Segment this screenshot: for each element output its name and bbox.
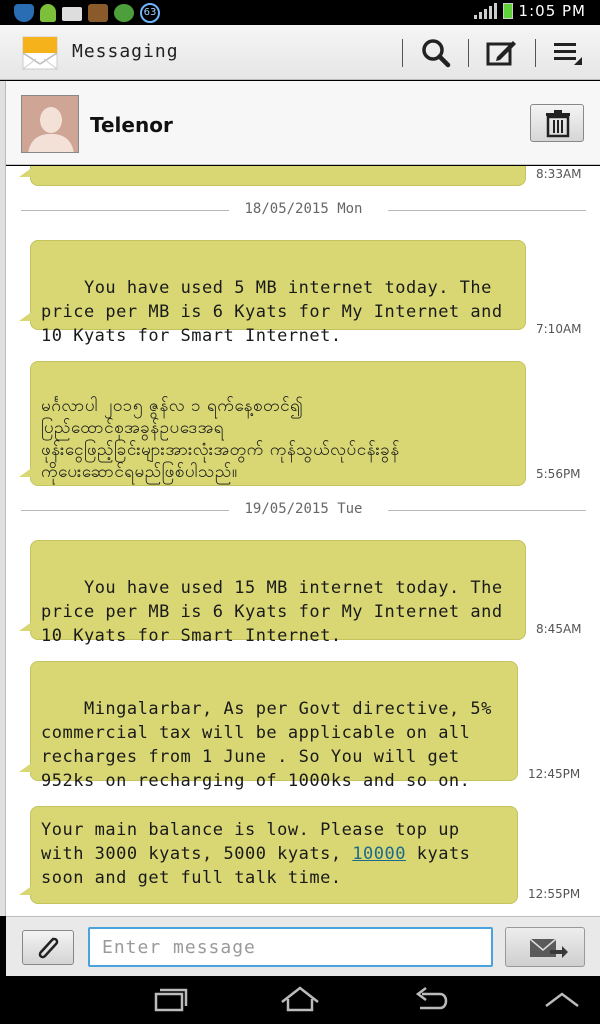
message-time: 12:55PM: [528, 887, 581, 901]
app-title: Messaging: [72, 41, 179, 62]
divider: [468, 39, 469, 67]
message-text: You have used 5 MB internet today. The p…: [41, 278, 503, 346]
menu-icon[interactable]: [552, 37, 584, 69]
divider: [535, 39, 536, 67]
message-text: မင်္ဂလာပါ ၂၀၁၅ ဇွန်လ ၁ ရက်နေ့စတင်၍ ပြည်ထ…: [41, 396, 400, 482]
back-icon[interactable]: [406, 984, 454, 1016]
status-bar: 63 1:05 PM: [0, 0, 600, 25]
home-icon[interactable]: [276, 984, 324, 1016]
recent-apps-icon[interactable]: [146, 984, 194, 1016]
divider: [402, 39, 403, 67]
number-link[interactable]: 10000: [352, 844, 406, 864]
message-bubble[interactable]: You have used 15 MB internet today. The …: [19, 540, 526, 646]
message-bubble[interactable]: မင်္ဂလာပါ ၂၀၁၅ ဇွန်လ ၁ ရက်နေ့စတင်၍ ပြည်ထ…: [19, 361, 526, 486]
signal-icon: [473, 3, 497, 19]
paperclip-icon: [38, 937, 59, 959]
clock: 1:05 PM: [518, 2, 586, 20]
message-text: Mingalarbar, As per Govt directive, 5% c…: [41, 699, 492, 791]
message-time: 8:33AM: [536, 167, 582, 181]
message-bubble[interactable]: Mingalarbar, As per Govt directive, 5% c…: [19, 661, 518, 791]
date-label: 19/05/2015 Tue: [244, 501, 363, 517]
delete-button[interactable]: [530, 104, 584, 142]
message-text: You have used 15 MB internet today. The …: [41, 578, 503, 646]
date-divider: 19/05/2015 Tue: [21, 500, 586, 520]
globe-icon: [114, 4, 134, 22]
send-icon: [529, 938, 568, 958]
action-bar: Messaging: [0, 25, 600, 80]
message-bubble[interactable]: You have used 5 MB internet today. The p…: [19, 240, 526, 346]
message-time: 7:10AM: [536, 322, 582, 336]
notification-count-badge: 63: [140, 3, 160, 23]
android-icon: [40, 4, 56, 22]
compose-bar: [6, 916, 600, 976]
person-icon: [22, 96, 78, 152]
message-time: 8:45AM: [536, 622, 582, 636]
message-bubble-partial[interactable]: [19, 166, 526, 186]
date-label: 18/05/2015 Mon: [244, 201, 363, 217]
search-icon[interactable]: [420, 37, 452, 69]
message-input[interactable]: [88, 927, 493, 967]
mail-icon: [62, 7, 82, 21]
send-button[interactable]: [505, 927, 585, 967]
shield-icon: [14, 4, 34, 22]
avatar[interactable]: [21, 95, 79, 153]
contact-name: Telenor: [90, 113, 173, 137]
message-bubble[interactable]: Your main balance is low. Please top up …: [19, 806, 518, 904]
battery-icon: [502, 3, 513, 19]
trash-icon: [546, 110, 570, 138]
conversation-list[interactable]: 8:33AM 18/05/2015 Mon You have used 5 MB…: [6, 166, 600, 916]
date-divider: 18/05/2015 Mon: [21, 200, 586, 220]
messaging-app-icon: [22, 36, 58, 70]
contact-header: Telenor: [6, 81, 600, 165]
message-time: 5:56PM: [536, 467, 581, 481]
up-chevron-icon[interactable]: [538, 984, 586, 1016]
compose-icon[interactable]: [485, 37, 517, 69]
message-time: 12:45PM: [528, 767, 581, 781]
book-icon: [88, 4, 108, 22]
navigation-bar: [0, 976, 600, 1024]
attach-button[interactable]: [22, 930, 74, 965]
